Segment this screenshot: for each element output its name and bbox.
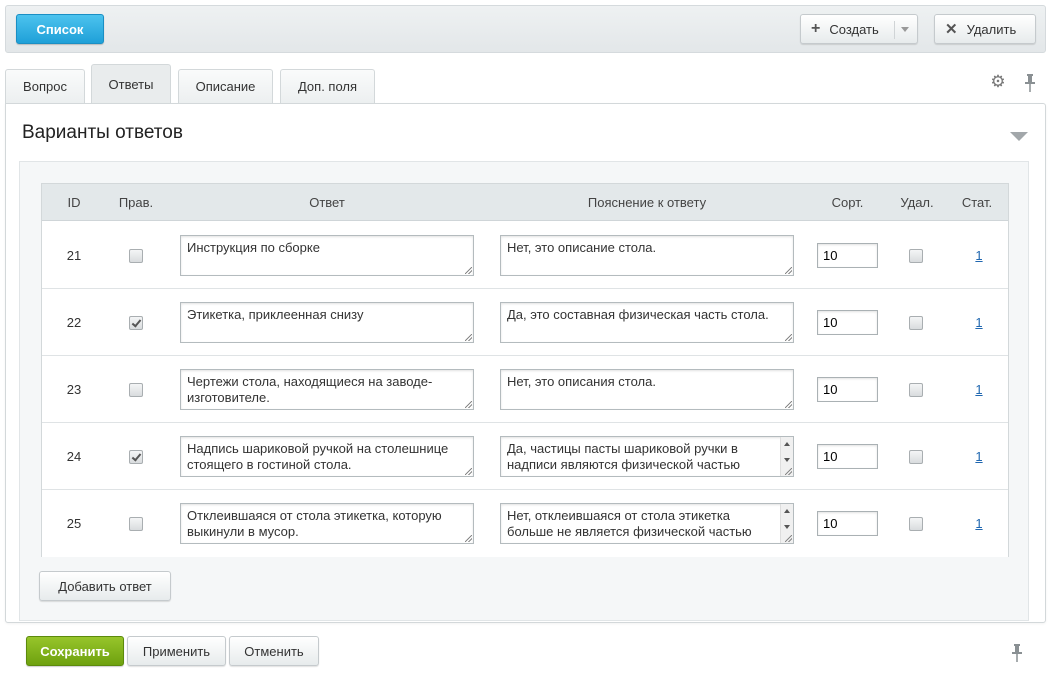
tab-extra-fields[interactable]: Доп. поля — [280, 69, 375, 103]
answer-textarea[interactable]: Отклеившаяся от стола этикетка, которую … — [180, 503, 474, 544]
header-sort: Сорт. — [831, 195, 864, 210]
list-button[interactable]: Список — [16, 14, 104, 44]
apply-button[interactable]: Применить — [127, 636, 226, 666]
table-row: 24 Надпись шариковой ручкой на столешниц… — [42, 423, 1008, 490]
correct-checkbox[interactable] — [129, 249, 143, 263]
stat-link[interactable]: 1 — [964, 449, 994, 464]
cancel-button[interactable]: Отменить — [229, 636, 319, 666]
tab-answers[interactable]: Ответы — [91, 64, 171, 104]
answer-id: 22 — [66, 315, 82, 330]
correct-checkbox[interactable] — [129, 316, 143, 330]
add-answer-button[interactable]: Добавить ответ — [39, 571, 171, 601]
explanation-textarea[interactable]: Нет, отклеившаяся от стола этикетка боль… — [500, 503, 794, 544]
header-stat: Стат. — [961, 195, 993, 210]
header-answer: Ответ — [309, 195, 345, 210]
top-toolbar: Список + Создать ✕ Удалить — [5, 5, 1046, 53]
header-delete: Удал. — [900, 195, 934, 210]
answer-id: 21 — [66, 248, 82, 263]
create-button-label: Создать — [829, 21, 879, 37]
delete-button[interactable]: ✕ Удалить — [934, 14, 1036, 44]
delete-checkbox[interactable] — [909, 517, 923, 531]
answers-container: ID Прав. Ответ Пояснение к ответу Сорт. … — [19, 161, 1029, 621]
correct-checkbox[interactable] — [129, 383, 143, 397]
delete-checkbox[interactable] — [909, 316, 923, 330]
explanation-textarea[interactable]: Да, частицы пасты шариковой ручки в надп… — [500, 436, 794, 477]
answer-textarea[interactable]: Инструкция по сборке — [180, 235, 474, 276]
stat-link[interactable]: 1 — [964, 516, 994, 531]
header-id: ID — [67, 195, 81, 210]
pin-icon[interactable] — [1011, 644, 1023, 662]
sort-input[interactable]: 10 — [817, 377, 878, 402]
table-row: 22 Этикетка, приклеенная снизу Да, это с… — [42, 289, 1008, 356]
correct-checkbox[interactable] — [129, 450, 143, 464]
stat-link[interactable]: 1 — [964, 248, 994, 263]
delete-checkbox[interactable] — [909, 450, 923, 464]
tab-question[interactable]: Вопрос — [5, 69, 85, 103]
sort-input[interactable]: 10 — [817, 310, 878, 335]
sort-input[interactable]: 10 — [817, 444, 878, 469]
pin-icon[interactable] — [1024, 74, 1036, 92]
delete-checkbox[interactable] — [909, 249, 923, 263]
header-correct: Прав. — [118, 195, 154, 210]
collapse-icon[interactable] — [1010, 132, 1028, 141]
answer-textarea[interactable]: Этикетка, приклеенная снизу — [180, 302, 474, 343]
answers-table: ID Прав. Ответ Пояснение к ответу Сорт. … — [41, 183, 1009, 557]
create-button-divider — [894, 21, 895, 39]
explanation-textarea[interactable]: Нет, это описания стола. — [500, 369, 794, 410]
answer-id: 23 — [66, 382, 82, 397]
answer-textarea[interactable]: Надпись шариковой ручкой на столешнице с… — [180, 436, 474, 477]
answer-id: 24 — [66, 449, 82, 464]
plus-icon: + — [811, 20, 821, 37]
header-explanation: Пояснение к ответу — [587, 195, 707, 210]
explanation-textarea[interactable]: Да, это составная физическая часть стола… — [500, 302, 794, 343]
explanation-textarea[interactable]: Нет, это описание стола. — [500, 235, 794, 276]
table-row: 21 Инструкция по сборке Нет, это описани… — [42, 222, 1008, 289]
stat-link[interactable]: 1 — [964, 382, 994, 397]
section-title: Варианты ответов — [22, 122, 183, 143]
stat-link[interactable]: 1 — [964, 315, 994, 330]
sort-input[interactable]: 10 — [817, 243, 878, 268]
table-row: 25 Отклеившаяся от стола этикетка, котор… — [42, 490, 1008, 557]
create-button[interactable]: + Создать — [800, 14, 918, 44]
table-header: ID Прав. Ответ Пояснение к ответу Сорт. … — [42, 184, 1008, 221]
answers-panel: Варианты ответов ID Прав. Ответ Пояснени… — [5, 103, 1046, 623]
close-icon: ✕ — [945, 21, 958, 38]
delete-checkbox[interactable] — [909, 383, 923, 397]
chevron-down-icon[interactable] — [901, 27, 909, 32]
table-row: 23 Чертежи стола, находящиеся на заводе-… — [42, 356, 1008, 423]
answer-id: 25 — [66, 516, 82, 531]
save-button[interactable]: Сохранить — [26, 636, 124, 666]
answer-textarea[interactable]: Чертежи стола, находящиеся на заводе-изг… — [180, 369, 474, 410]
delete-button-label: Удалить — [966, 21, 1017, 37]
tab-description[interactable]: Описание — [178, 69, 273, 103]
gear-icon[interactable]: ⚙ — [990, 73, 1006, 90]
sort-input[interactable]: 10 — [817, 511, 878, 536]
correct-checkbox[interactable] — [129, 517, 143, 531]
